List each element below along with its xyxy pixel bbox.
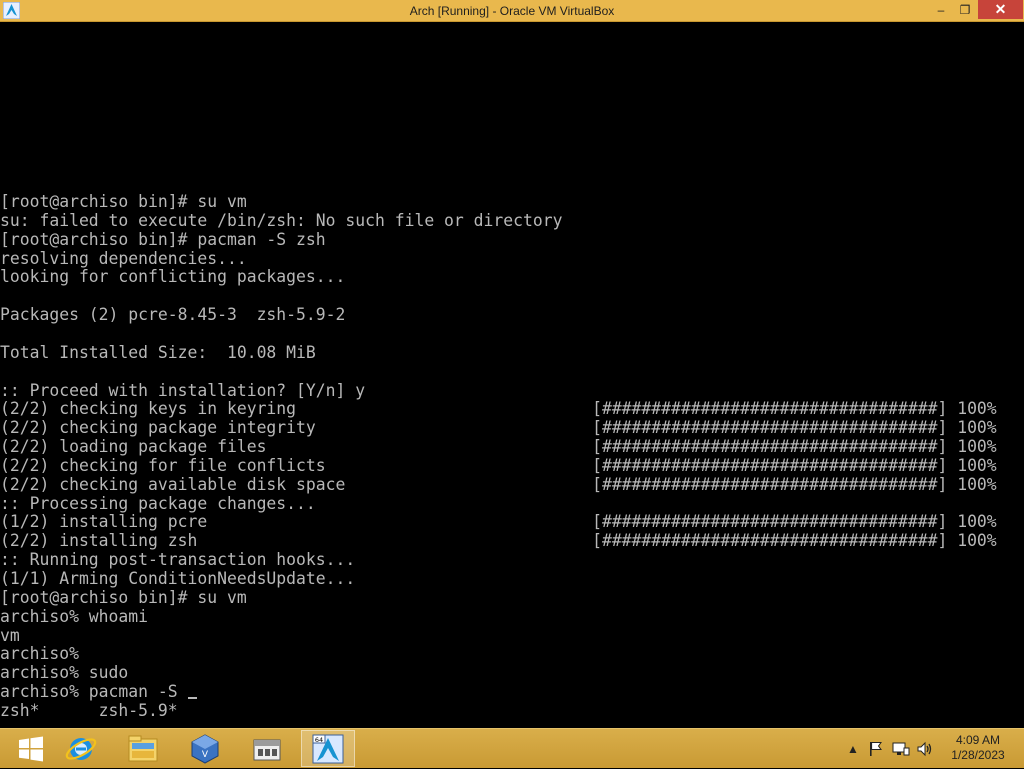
- taskbar-arch-vm[interactable]: 64: [301, 730, 355, 767]
- terminal-line: resolving dependencies...: [0, 248, 247, 268]
- terminal-line: su: failed to execute /bin/zsh: No such …: [0, 210, 563, 230]
- system-clock[interactable]: 4:09 AM 1/28/2023: [940, 733, 1016, 763]
- terminal-line: :: Running post-transaction hooks...: [0, 550, 356, 570]
- taskbar-store[interactable]: [240, 730, 294, 767]
- start-button[interactable]: [4, 730, 58, 767]
- internet-explorer-icon: [65, 737, 97, 760]
- terminal-line: (2/2) checking package integrity [######…: [0, 418, 997, 438]
- close-button[interactable]: ✕: [978, 0, 1023, 19]
- taskbar-file-explorer[interactable]: [116, 730, 170, 767]
- terminal-line: (1/1) Arming ConditionNeedsUpdate...: [0, 569, 356, 588]
- terminal-line: :: Proceed with installation? [Y/n] y: [0, 380, 366, 400]
- show-hidden-icons-button[interactable]: ▲: [846, 729, 860, 769]
- terminal-line: (2/2) checking available disk space [###…: [0, 474, 997, 494]
- terminal-line: [root@archiso bin]# pacman -S zsh: [0, 229, 326, 249]
- terminal-line: [root@archiso bin]# su vm: [0, 587, 247, 607]
- terminal-line: :: Processing package changes...: [0, 493, 316, 513]
- window-title: Arch [Running] - Oracle VM VirtualBox: [409, 4, 615, 18]
- title-bar[interactable]: Arch [Running] - Oracle VM VirtualBox – …: [0, 0, 1024, 22]
- terminal-line: looking for conflicting packages...: [0, 267, 346, 287]
- maximize-button[interactable]: ❐: [953, 0, 977, 20]
- minimize-button[interactable]: –: [929, 0, 953, 20]
- terminal-line: archiso%: [0, 644, 79, 664]
- terminal-line: (2/2) checking keys in keyring [########…: [0, 399, 997, 419]
- terminal-line: (2/2) loading package files [###########…: [0, 437, 997, 457]
- taskbar-virtualbox[interactable]: V: [178, 730, 232, 767]
- taskbar-internet-explorer[interactable]: [54, 730, 108, 767]
- file-explorer-icon: [128, 735, 158, 761]
- vm-console[interactable]: [root@archiso bin]# su vm su: failed to e…: [0, 23, 1024, 728]
- terminal-line: (1/2) installing pcre [#################…: [0, 512, 997, 532]
- terminal-line: zsh* zsh-5.9*: [0, 700, 178, 720]
- terminal-line: archiso% sudo: [0, 663, 129, 683]
- store-icon: [253, 739, 281, 760]
- svg-text:V: V: [202, 750, 209, 760]
- taskbar: V 64 ▲ 4:09 AM 1/28/2023: [0, 728, 1024, 768]
- action-center-flag-icon[interactable]: [866, 729, 886, 769]
- clock-date: 1/28/2023: [951, 748, 1005, 762]
- terminal-line: vm: [0, 625, 20, 645]
- arch-vm-icon: 64: [312, 734, 344, 763]
- terminal-line: (2/2) installing zsh [##################…: [0, 531, 997, 551]
- vm-badge: 64: [315, 736, 323, 744]
- clock-time: 4:09 AM: [955, 733, 1001, 747]
- terminal-line: (2/2) checking for file conflicts [#####…: [0, 455, 997, 475]
- windows-logo-icon: [19, 736, 43, 761]
- terminal-line: Packages (2) pcre-8.45-3 zsh-5.9-2: [0, 305, 346, 325]
- virtualbox-window: Arch [Running] - Oracle VM VirtualBox – …: [0, 0, 1024, 728]
- text-cursor: [187, 697, 197, 700]
- volume-icon[interactable]: [914, 729, 936, 769]
- terminal-line: [root@archiso bin]# su vm: [0, 192, 247, 211]
- terminal-line: archiso% whoami: [0, 606, 149, 626]
- terminal-line: Total Installed Size: 10.08 MiB: [0, 342, 316, 362]
- terminal-line: archiso% pacman -S: [0, 682, 197, 701]
- network-icon[interactable]: [890, 729, 912, 769]
- virtualbox-icon: V: [191, 733, 219, 764]
